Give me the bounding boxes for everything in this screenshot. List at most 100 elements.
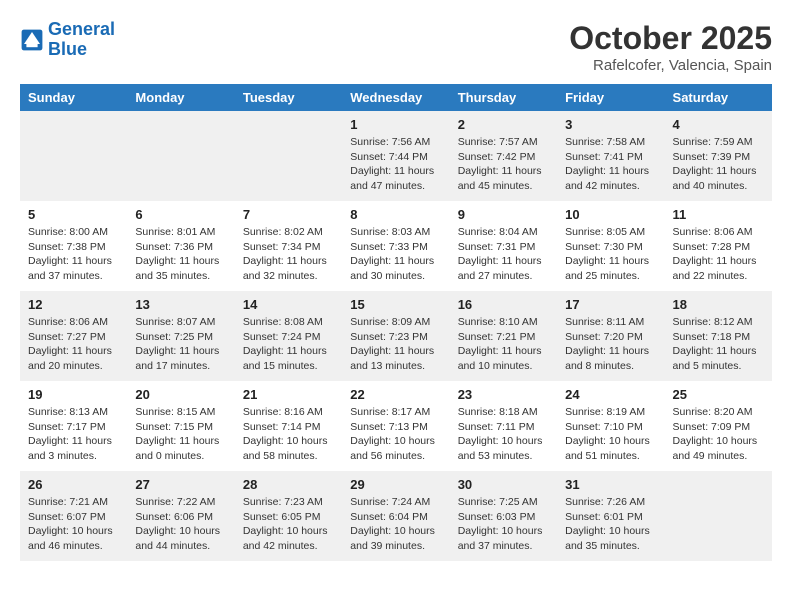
calendar-cell: 12 Sunrise: 8:06 AMSunset: 7:27 PMDayligh… [20,291,127,381]
day-number: 6 [135,207,226,222]
day-number: 18 [673,297,764,312]
day-detail: Sunrise: 8:06 AMSunset: 7:27 PMDaylight:… [28,315,119,374]
day-detail: Sunrise: 7:57 AMSunset: 7:42 PMDaylight:… [458,135,549,194]
week-row-4: 19 Sunrise: 8:13 AMSunset: 7:17 PMDayligh… [20,381,772,471]
day-detail: Sunrise: 8:15 AMSunset: 7:15 PMDaylight:… [135,405,226,464]
day-detail: Sunrise: 7:59 AMSunset: 7:39 PMDaylight:… [673,135,764,194]
calendar-cell: 24Sunrise: 8:19 AMSunset: 7:10 PMDayligh… [557,381,664,471]
day-number: 5 [28,207,119,222]
day-detail: Sunrise: 8:17 AMSunset: 7:13 PMDaylight:… [350,405,441,464]
day-number: 13 [135,297,226,312]
day-number: 11 [673,207,764,222]
calendar-cell: 7 Sunrise: 8:02 AMSunset: 7:34 PMDaylight… [235,201,342,291]
calendar-cell: 8Sunrise: 8:03 AMSunset: 7:33 PMDaylight… [342,201,449,291]
calendar-table: SundayMondayTuesdayWednesdayThursdayFrid… [20,84,772,561]
day-detail: Sunrise: 8:11 AMSunset: 7:20 PMDaylight:… [565,315,656,374]
day-number: 19 [28,387,119,402]
calendar-cell: 10 Sunrise: 8:05 AMSunset: 7:30 PMDayligh… [557,201,664,291]
day-number: 25 [673,387,764,402]
day-number: 29 [350,477,441,492]
day-number: 21 [243,387,334,402]
calendar-cell: 27Sunrise: 7:22 AMSunset: 6:06 PMDayligh… [127,471,234,561]
day-detail: Sunrise: 8:12 AMSunset: 7:18 PMDaylight:… [673,315,764,374]
day-number: 9 [458,207,549,222]
day-number: 4 [673,117,764,132]
day-number: 1 [350,117,441,132]
calendar-cell [235,111,342,201]
title-block: October 2025 Rafelcofer, Valencia, Spain [569,20,772,74]
calendar-cell: 15 Sunrise: 8:09 AMSunset: 7:23 PMDayligh… [342,291,449,381]
calendar-cell: 22Sunrise: 8:17 AMSunset: 7:13 PMDayligh… [342,381,449,471]
day-detail: Sunrise: 7:25 AMSunset: 6:03 PMDaylight:… [458,495,549,554]
day-detail: Sunrise: 8:18 AMSunset: 7:11 PMDaylight:… [458,405,549,464]
day-number: 28 [243,477,334,492]
location-subtitle: Rafelcofer, Valencia, Spain [569,57,772,74]
day-detail: Sunrise: 8:03 AMSunset: 7:33 PMDaylight:… [350,225,441,284]
calendar-cell: 31 Sunrise: 7:26 AMSunset: 6:01 PMDayligh… [557,471,664,561]
day-detail: Sunrise: 8:08 AMSunset: 7:24 PMDaylight:… [243,315,334,374]
calendar-cell: 11 Sunrise: 8:06 AMSunset: 7:28 PMDayligh… [665,201,772,291]
day-number: 2 [458,117,549,132]
day-number: 26 [28,477,119,492]
day-detail: Sunrise: 8:02 AMSunset: 7:34 PMDaylight:… [243,225,334,284]
week-row-3: 12 Sunrise: 8:06 AMSunset: 7:27 PMDayligh… [20,291,772,381]
calendar-cell: 28 Sunrise: 7:23 AMSunset: 6:05 PMDayligh… [235,471,342,561]
dow-monday: Monday [127,84,234,111]
calendar-cell: 1 Sunrise: 7:56 AMSunset: 7:44 PMDaylight… [342,111,449,201]
day-detail: Sunrise: 8:16 AMSunset: 7:14 PMDaylight:… [243,405,334,464]
week-row-1: 1 Sunrise: 7:56 AMSunset: 7:44 PMDaylight… [20,111,772,201]
calendar-cell: 9 Sunrise: 8:04 AMSunset: 7:31 PMDaylight… [450,201,557,291]
day-detail: Sunrise: 7:56 AMSunset: 7:44 PMDaylight:… [350,135,441,194]
day-detail: Sunrise: 7:21 AMSunset: 6:07 PMDaylight:… [28,495,119,554]
day-number: 14 [243,297,334,312]
logo-text: General Blue [48,20,115,60]
logo: General Blue [20,20,115,60]
calendar-body: 1 Sunrise: 7:56 AMSunset: 7:44 PMDaylight… [20,111,772,561]
dow-friday: Friday [557,84,664,111]
day-detail: Sunrise: 7:26 AMSunset: 6:01 PMDaylight:… [565,495,656,554]
calendar-cell: 30Sunrise: 7:25 AMSunset: 6:03 PMDayligh… [450,471,557,561]
day-detail: Sunrise: 8:00 AMSunset: 7:38 PMDaylight:… [28,225,119,284]
calendar-cell [127,111,234,201]
day-detail: Sunrise: 8:10 AMSunset: 7:21 PMDaylight:… [458,315,549,374]
logo-icon [20,28,44,52]
day-number: 3 [565,117,656,132]
calendar-cell: 26 Sunrise: 7:21 AMSunset: 6:07 PMDayligh… [20,471,127,561]
calendar-cell: 18 Sunrise: 8:12 AMSunset: 7:18 PMDayligh… [665,291,772,381]
day-number: 20 [135,387,226,402]
calendar-cell: 17 Sunrise: 8:11 AMSunset: 7:20 PMDayligh… [557,291,664,381]
day-detail: Sunrise: 8:04 AMSunset: 7:31 PMDaylight:… [458,225,549,284]
day-detail: Sunrise: 8:09 AMSunset: 7:23 PMDaylight:… [350,315,441,374]
day-number: 15 [350,297,441,312]
day-detail: Sunrise: 7:24 AMSunset: 6:04 PMDaylight:… [350,495,441,554]
day-number: 23 [458,387,549,402]
calendar-cell: 13 Sunrise: 8:07 AMSunset: 7:25 PMDayligh… [127,291,234,381]
day-number: 7 [243,207,334,222]
day-detail: Sunrise: 8:01 AMSunset: 7:36 PMDaylight:… [135,225,226,284]
day-detail: Sunrise: 8:07 AMSunset: 7:25 PMDaylight:… [135,315,226,374]
calendar-cell: 4 Sunrise: 7:59 AMSunset: 7:39 PMDaylight… [665,111,772,201]
day-detail: Sunrise: 8:06 AMSunset: 7:28 PMDaylight:… [673,225,764,284]
day-detail: Sunrise: 8:05 AMSunset: 7:30 PMDaylight:… [565,225,656,284]
day-number: 10 [565,207,656,222]
calendar-cell: 6 Sunrise: 8:01 AMSunset: 7:36 PMDaylight… [127,201,234,291]
day-detail: Sunrise: 7:22 AMSunset: 6:06 PMDaylight:… [135,495,226,554]
calendar-cell: 14 Sunrise: 8:08 AMSunset: 7:24 PMDayligh… [235,291,342,381]
day-detail: Sunrise: 8:20 AMSunset: 7:09 PMDaylight:… [673,405,764,464]
week-row-5: 26 Sunrise: 7:21 AMSunset: 6:07 PMDayligh… [20,471,772,561]
day-detail: Sunrise: 7:23 AMSunset: 6:05 PMDaylight:… [243,495,334,554]
day-of-week-header: SundayMondayTuesdayWednesdayThursdayFrid… [20,84,772,111]
calendar-cell: 20 Sunrise: 8:15 AMSunset: 7:15 PMDayligh… [127,381,234,471]
page-header: General Blue October 2025 Rafelcofer, Va… [20,20,772,74]
dow-tuesday: Tuesday [235,84,342,111]
calendar-cell: 29 Sunrise: 7:24 AMSunset: 6:04 PMDayligh… [342,471,449,561]
day-detail: Sunrise: 8:13 AMSunset: 7:17 PMDaylight:… [28,405,119,464]
day-number: 31 [565,477,656,492]
day-number: 17 [565,297,656,312]
calendar-cell: 19 Sunrise: 8:13 AMSunset: 7:17 PMDayligh… [20,381,127,471]
day-number: 12 [28,297,119,312]
day-detail: Sunrise: 7:58 AMSunset: 7:41 PMDaylight:… [565,135,656,194]
month-title: October 2025 [569,20,772,57]
day-number: 16 [458,297,549,312]
day-detail: Sunrise: 8:19 AMSunset: 7:10 PMDaylight:… [565,405,656,464]
